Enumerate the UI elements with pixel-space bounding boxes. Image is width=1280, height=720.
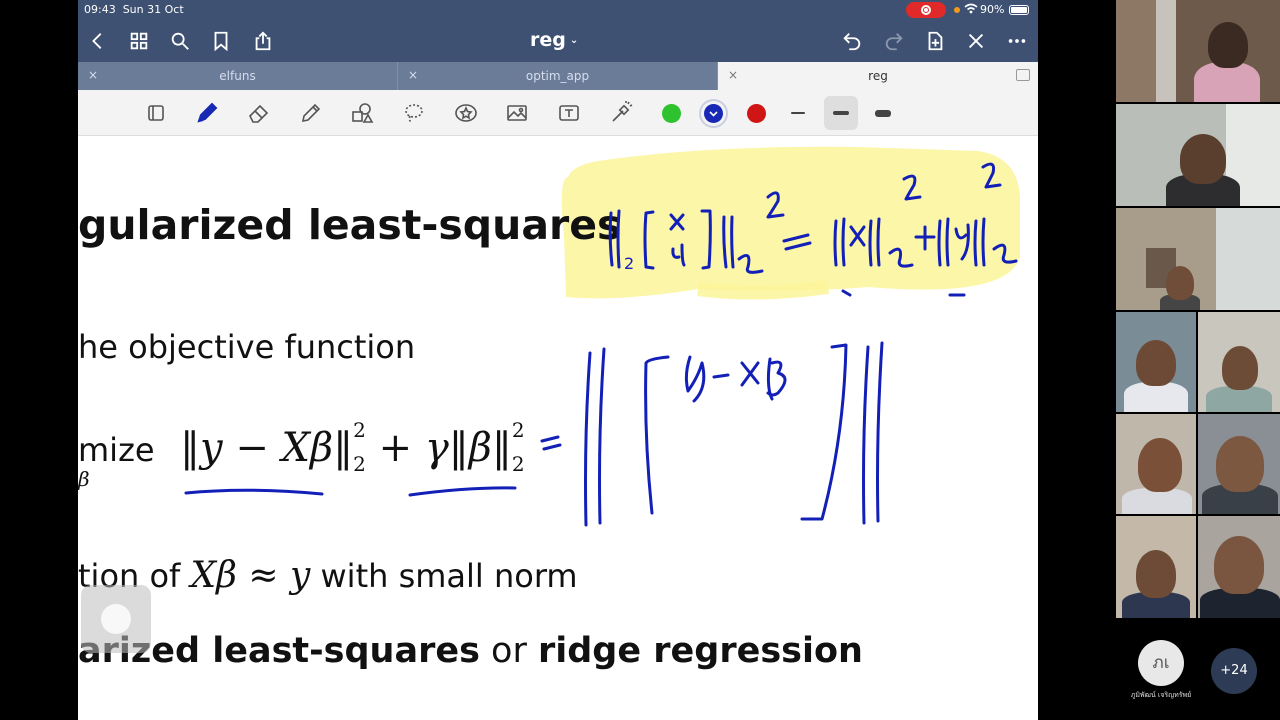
checkmark-chevron-icon [709,111,718,117]
participant-video[interactable] [1116,0,1280,102]
eraser-icon[interactable] [245,99,273,127]
handwritten-ink: 2 . [184,162,1018,527]
tab-reg[interactable]: × reg [718,62,1038,90]
battery-percent: 90% [980,3,1005,16]
tab-elfuns[interactable]: × elfuns [78,62,398,90]
status-bar: 09:43 Sun 31 Oct 90% [78,0,1038,20]
color-swatch-blue-selected[interactable] [704,104,723,123]
close-editing-icon[interactable] [963,28,989,54]
document-tabs: × elfuns × optim_app × reg [78,62,1038,90]
participant-video[interactable] [1116,414,1196,514]
avatar: ภเ [1138,640,1184,686]
split-view-icon[interactable] [1016,69,1030,81]
assistive-touch-button[interactable] [81,585,151,653]
participant-video[interactable] [1198,414,1280,514]
sticker-icon[interactable] [452,99,480,127]
text-icon[interactable] [555,99,583,127]
bookmark-icon[interactable] [208,28,234,54]
wifi-icon [964,3,978,17]
stroke-weight-medium[interactable] [833,111,849,115]
microphone-indicator-icon [954,7,960,13]
undo-icon[interactable] [839,28,865,54]
shapes-icon[interactable] [348,99,376,127]
page-layout-icon[interactable] [142,99,170,127]
more-options-icon[interactable] [1004,28,1030,54]
participant-video[interactable] [1198,516,1280,618]
stroke-weight-thick[interactable] [875,110,891,117]
color-swatch-green[interactable] [662,104,681,123]
stroke-weight-thin[interactable] [791,112,805,114]
participant-video[interactable] [1116,312,1196,412]
participant-gallery [1116,0,1280,620]
pen-icon[interactable] [193,99,221,127]
thumbnails-grid-icon[interactable] [126,28,152,54]
app-navbar: reg ⌄ [78,20,1038,62]
document-title-menu[interactable]: reg ⌄ [530,29,578,51]
note-page[interactable]: gularized least-squares he objective fun… [78,137,1038,720]
participant-video[interactable] [1116,208,1280,310]
image-icon[interactable] [503,99,531,127]
ipad-screen: 09:43 Sun 31 Oct 90% reg ⌄ × elfuns × op… [78,0,1038,720]
chevron-down-icon: ⌄ [569,35,579,46]
more-participants-button[interactable]: +24 [1211,648,1257,694]
color-swatch-red[interactable] [747,104,766,123]
battery-icon [1009,5,1029,15]
tab-label: elfuns [219,69,256,83]
participant-video[interactable] [1116,516,1196,618]
participant-video[interactable] [1198,312,1280,412]
current-user[interactable]: ภเ ภูมิพัฒน์ เจริญทรัพย์ [1124,640,1198,701]
search-icon[interactable] [167,28,193,54]
redo-icon[interactable] [881,28,907,54]
pencil-icon[interactable] [297,99,325,127]
participant-video[interactable] [1116,104,1280,206]
add-page-icon[interactable] [922,28,948,54]
tab-label: reg [868,69,888,83]
screen: 09:43 Sun 31 Oct 90% reg ⌄ × elfuns × op… [0,0,1280,720]
svg-text:2: 2 [624,254,634,273]
tab-label: optim_app [525,69,590,83]
user-name: ภูมิพัฒน์ เจริญทรัพย์ [1130,691,1192,699]
screen-recording-icon[interactable] [906,2,946,18]
laser-icon[interactable] [607,99,635,127]
drawing-toolbar [78,90,1038,136]
back-chevron-icon[interactable] [85,28,111,54]
lasso-icon[interactable] [400,99,428,127]
status-time-date: 09:43 Sun 31 Oct [84,3,184,16]
tab-optim-app[interactable]: × optim_app [398,62,718,90]
share-icon[interactable] [250,28,276,54]
